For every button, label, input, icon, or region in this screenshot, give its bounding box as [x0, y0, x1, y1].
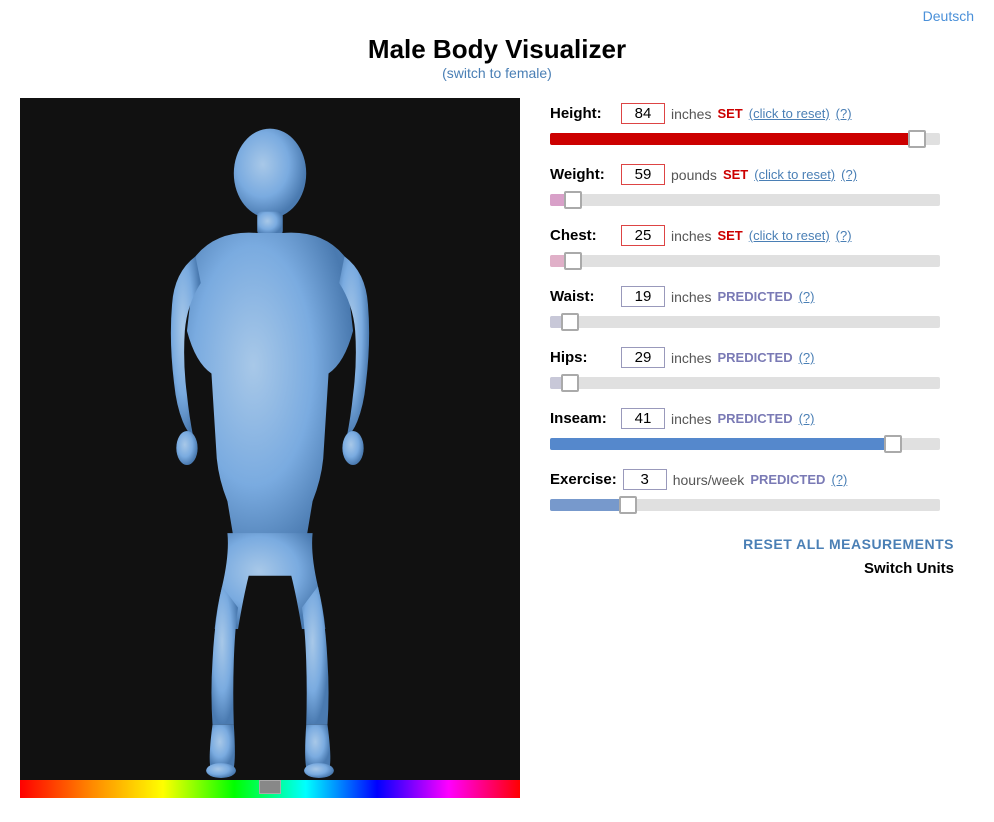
name-height: Height: — [550, 105, 615, 122]
value-input-waist[interactable] — [621, 286, 665, 307]
slider-fill-exercise — [550, 499, 628, 511]
switch-gender-link[interactable]: (switch to female) — [442, 65, 552, 81]
reset-link-chest[interactable]: (click to reset) — [749, 228, 830, 243]
slider-fill-inseam — [550, 438, 893, 450]
slider-container-exercise[interactable] — [550, 494, 964, 516]
help-link-inseam[interactable]: (?) — [799, 411, 815, 426]
unit-height: inches — [671, 106, 711, 122]
measurement-row-hips: Hips: inches PREDICTED (?) — [550, 347, 964, 394]
slider-container-chest[interactable] — [550, 250, 964, 272]
help-link-waist[interactable]: (?) — [799, 289, 815, 304]
top-bar: Deutsch — [0, 0, 994, 24]
label-row-exercise: Exercise: hours/week PREDICTED (?) — [550, 469, 964, 490]
status-set-chest: SET — [717, 228, 742, 243]
slider-thumb-hips[interactable] — [561, 374, 579, 392]
label-row-waist: Waist: inches PREDICTED (?) — [550, 286, 964, 307]
status-predicted-exercise: PREDICTED — [750, 472, 825, 487]
slider-track-inseam[interactable] — [550, 438, 940, 450]
slider-track-chest[interactable] — [550, 255, 940, 267]
slider-container-height[interactable] — [550, 128, 964, 150]
slider-container-waist[interactable] — [550, 311, 964, 333]
name-exercise: Exercise: — [550, 471, 617, 488]
slider-thumb-chest[interactable] — [564, 252, 582, 270]
help-link-height[interactable]: (?) — [836, 106, 852, 121]
label-row-height: Height: inches SET (click to reset) (?) — [550, 103, 964, 124]
slider-container-hips[interactable] — [550, 372, 964, 394]
measurement-row-waist: Waist: inches PREDICTED (?) — [550, 286, 964, 333]
unit-inseam: inches — [671, 411, 711, 427]
help-link-exercise[interactable]: (?) — [831, 472, 847, 487]
status-predicted-hips: PREDICTED — [717, 350, 792, 365]
name-inseam: Inseam: — [550, 410, 615, 427]
measurement-row-height: Height: inches SET (click to reset) (?) — [550, 103, 964, 150]
unit-weight: pounds — [671, 167, 717, 183]
label-row-inseam: Inseam: inches PREDICTED (?) — [550, 408, 964, 429]
label-row-hips: Hips: inches PREDICTED (?) — [550, 347, 964, 368]
help-link-hips[interactable]: (?) — [799, 350, 815, 365]
value-input-inseam[interactable] — [621, 408, 665, 429]
measurement-row-weight: Weight: pounds SET (click to reset) (?) — [550, 164, 964, 211]
slider-thumb-weight[interactable] — [564, 191, 582, 209]
measurements-container: Height: inches SET (click to reset) (?) … — [550, 103, 964, 516]
bottom-controls: RESET ALL MEASUREMENTS Switch Units — [550, 536, 964, 577]
name-weight: Weight: — [550, 166, 615, 183]
measurement-row-exercise: Exercise: hours/week PREDICTED (?) — [550, 469, 964, 516]
name-chest: Chest: — [550, 227, 615, 244]
figure-indicator[interactable] — [259, 780, 281, 794]
slider-track-hips[interactable] — [550, 377, 940, 389]
unit-hips: inches — [671, 350, 711, 366]
value-input-chest[interactable] — [621, 225, 665, 246]
slider-track-waist[interactable] — [550, 316, 940, 328]
slider-track-exercise[interactable] — [550, 499, 940, 511]
body-visualizer — [20, 98, 520, 798]
status-predicted-inseam: PREDICTED — [717, 411, 792, 426]
help-link-chest[interactable]: (?) — [836, 228, 852, 243]
reset-all-button[interactable]: RESET ALL MEASUREMENTS — [743, 536, 954, 552]
main-content: Height: inches SET (click to reset) (?) … — [0, 88, 994, 808]
slider-thumb-height[interactable] — [908, 130, 926, 148]
name-waist: Waist: — [550, 288, 615, 305]
slider-thumb-inseam[interactable] — [884, 435, 902, 453]
unit-exercise: hours/week — [673, 472, 745, 488]
status-set-height: SET — [717, 106, 742, 121]
slider-track-height[interactable] — [550, 133, 940, 145]
measurement-row-chest: Chest: inches SET (click to reset) (?) — [550, 225, 964, 272]
value-input-hips[interactable] — [621, 347, 665, 368]
body-figure — [20, 98, 520, 798]
language-link[interactable]: Deutsch — [923, 8, 974, 24]
status-set-weight: SET — [723, 167, 748, 182]
value-input-weight[interactable] — [621, 164, 665, 185]
label-row-weight: Weight: pounds SET (click to reset) (?) — [550, 164, 964, 185]
page-header: Male Body Visualizer (switch to female) — [0, 24, 994, 88]
name-hips: Hips: — [550, 349, 615, 366]
status-predicted-waist: PREDICTED — [717, 289, 792, 304]
measurement-row-inseam: Inseam: inches PREDICTED (?) — [550, 408, 964, 455]
slider-container-inseam[interactable] — [550, 433, 964, 455]
help-link-weight[interactable]: (?) — [841, 167, 857, 182]
reset-link-height[interactable]: (click to reset) — [749, 106, 830, 121]
value-input-height[interactable] — [621, 103, 665, 124]
body-svg — [110, 118, 430, 778]
switch-units-button[interactable]: Switch Units — [864, 560, 954, 577]
slider-thumb-waist[interactable] — [561, 313, 579, 331]
unit-chest: inches — [671, 228, 711, 244]
slider-container-weight[interactable] — [550, 189, 964, 211]
reset-link-weight[interactable]: (click to reset) — [754, 167, 835, 182]
page-title: Male Body Visualizer — [0, 34, 994, 65]
label-row-chest: Chest: inches SET (click to reset) (?) — [550, 225, 964, 246]
value-input-exercise[interactable] — [623, 469, 667, 490]
slider-fill-height — [550, 133, 917, 145]
controls-panel: Height: inches SET (click to reset) (?) … — [540, 98, 974, 798]
slider-track-weight[interactable] — [550, 194, 940, 206]
slider-thumb-exercise[interactable] — [619, 496, 637, 514]
unit-waist: inches — [671, 289, 711, 305]
